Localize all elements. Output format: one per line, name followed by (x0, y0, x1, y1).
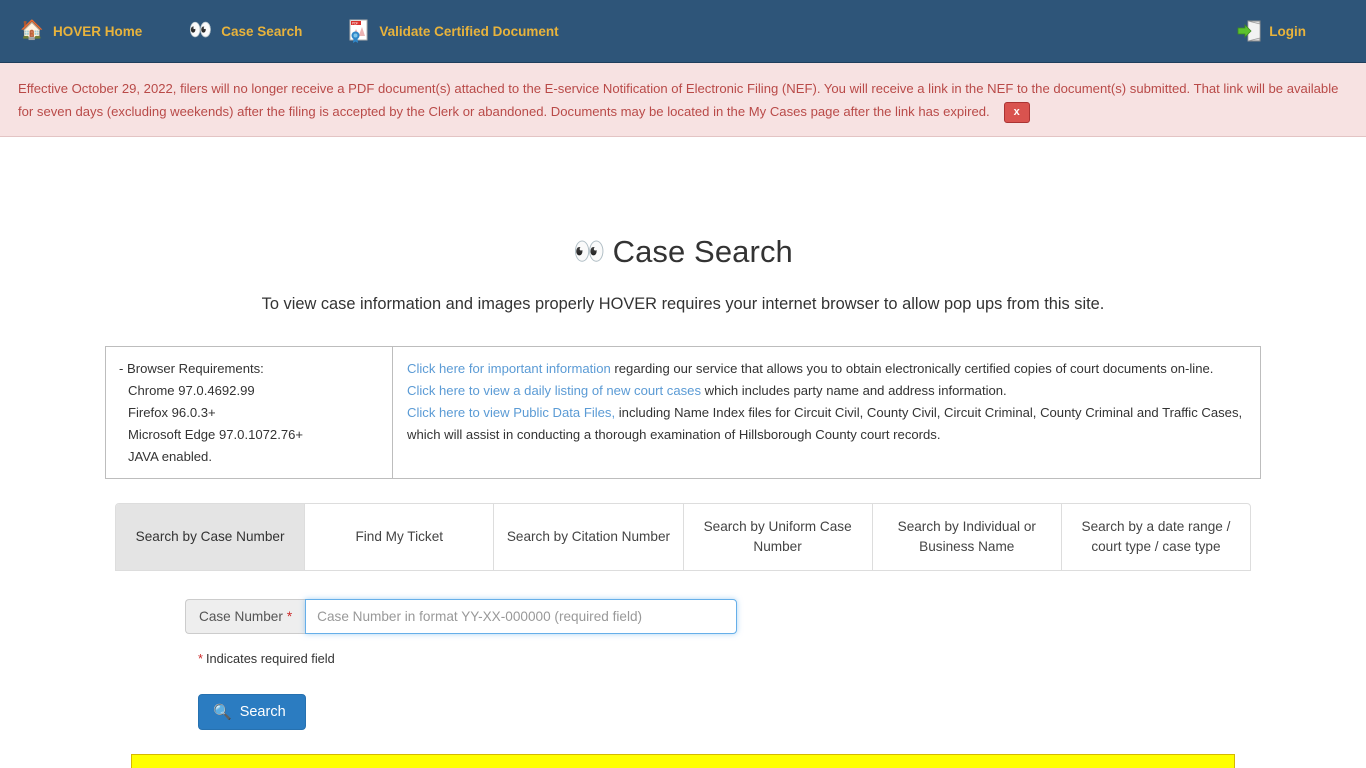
text-notification-signup-notice[interactable]: Sign up to be notified by text message o… (131, 754, 1235, 768)
nav-item-label: Login (1269, 23, 1306, 39)
case-number-label-text: Case Number (199, 609, 283, 625)
eyes-icon: 👀 (573, 236, 606, 267)
nav-item-label: Case Search (221, 23, 303, 39)
house-icon: 🏠 (20, 20, 44, 41)
required-field-note-text: Indicates required field (205, 651, 335, 667)
login-door-icon (1236, 18, 1262, 44)
information-link-row: Click here to view Public Data Files, in… (407, 402, 1246, 446)
information-link-row: Click here to view a daily listing of ne… (407, 380, 1246, 402)
top-navigation-bar: 🏠 HOVER Home 👀 Case Search PDF Validate … (0, 0, 1366, 63)
case-number-label: Case Number * (185, 599, 306, 635)
magnifier-icon: 🔍 (213, 703, 232, 721)
search-button-label: Search (239, 704, 286, 721)
browser-requirement-item: Microsoft Edge 97.0.1072.76+ (128, 427, 304, 443)
page-title: 👀 Case Search (0, 137, 1366, 270)
nav-item-case-search[interactable]: 👀 Case Search (186, 18, 302, 44)
search-tabs: Search by Case Number Find My Ticket Sea… (115, 503, 1251, 572)
page-title-text: Case Search (612, 234, 793, 270)
case-number-field-group: Case Number * (115, 599, 1251, 635)
nav-item-label: Validate Certified Document (379, 23, 559, 39)
case-number-search-form: Case Number* *Indicates required field 🔍… (115, 571, 1251, 731)
important-information-link[interactable]: Click here for important information (407, 361, 611, 376)
tab-search-by-uniform-case-number[interactable]: Search by Uniform Case Number (684, 504, 873, 571)
page-subtitle: To view case information and images prop… (261, 295, 1105, 314)
browser-requirement-item: Chrome 97.0.4692.99 (128, 383, 255, 399)
browser-requirements-list: - Browser Requirements: Chrome 97.0.4692… (106, 347, 393, 479)
tab-find-my-ticket[interactable]: Find My Ticket (305, 504, 495, 571)
nav-item-validate-certified-document[interactable]: PDF Validate Certified Document (346, 18, 559, 44)
tab-search-by-date-range[interactable]: Search by a date range / court type / ca… (1062, 504, 1250, 570)
alert-close-button[interactable]: x (1003, 102, 1030, 124)
certified-pdf-icon: PDF (346, 18, 372, 44)
information-link-row: Click here for important information reg… (407, 358, 1246, 380)
case-number-input[interactable] (305, 599, 738, 635)
tab-search-by-citation-number[interactable]: Search by Citation Number (494, 504, 684, 571)
required-asterisk: * (286, 609, 293, 625)
tab-search-by-individual-or-business-name[interactable]: Search by Individual or Business Name (873, 504, 1062, 571)
nav-item-login[interactable]: Login (1236, 18, 1306, 44)
eyes-icon: 👀 (188, 20, 213, 41)
nav-item-label: HOVER Home (53, 23, 143, 39)
browser-requirement-item: Firefox 96.0.3+ (128, 405, 216, 421)
public-data-files-link[interactable]: Click here to view Public Data Files, (407, 405, 615, 420)
search-button[interactable]: 🔍 Search (198, 694, 306, 731)
tab-search-by-case-number[interactable]: Search by Case Number (116, 504, 306, 571)
information-box: - Browser Requirements: Chrome 97.0.4692… (105, 346, 1261, 480)
required-field-note: * Indicates required field (115, 651, 1251, 666)
browser-requirements-heading: - Browser Requirements: (119, 361, 264, 377)
information-links-list: Click here for important information reg… (393, 347, 1260, 478)
system-alert-banner: Effective October 29, 2022, filers will … (0, 63, 1366, 138)
information-link-description: which includes party name and address in… (701, 383, 1007, 399)
browser-requirement-item: JAVA enabled. (128, 449, 212, 465)
nav-item-hover-home[interactable]: 🏠 HOVER Home (18, 18, 142, 44)
required-asterisk: * (198, 651, 203, 667)
information-link-description: regarding our service that allows you to… (610, 361, 1214, 377)
daily-listing-link[interactable]: Click here to view a daily listing of ne… (407, 383, 701, 398)
svg-text:PDF: PDF (352, 22, 358, 26)
alert-message: Effective October 29, 2022, filers will … (18, 81, 1339, 119)
